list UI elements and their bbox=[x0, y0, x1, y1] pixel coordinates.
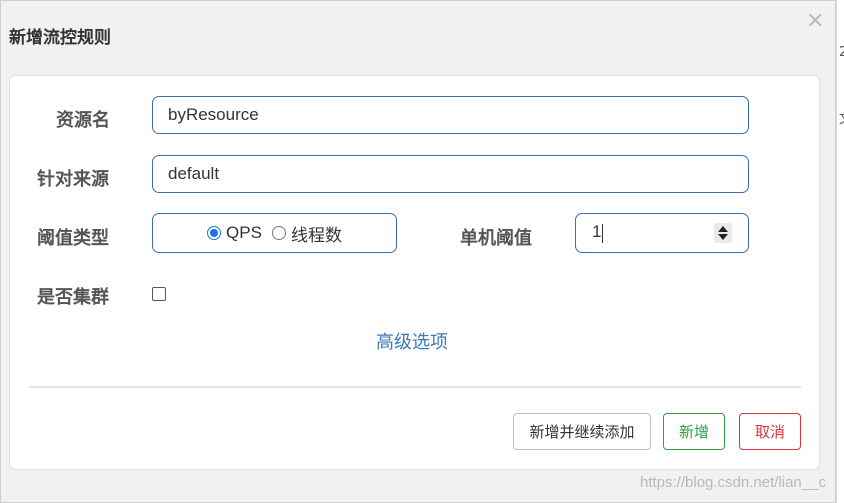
background-page-strip: 2 文 bbox=[836, 0, 844, 503]
single-threshold-label: 单机阈值 bbox=[460, 228, 532, 249]
cancel-button[interactable]: 取消 bbox=[739, 413, 801, 450]
background-fragment: 2 bbox=[839, 45, 844, 60]
threshold-type-radio-group: QPS 线程数 bbox=[152, 213, 397, 253]
resource-label: 资源名 bbox=[56, 110, 110, 131]
radio-threads-label: 线程数 bbox=[290, 225, 342, 245]
cluster-label: 是否集群 bbox=[37, 287, 109, 308]
radio-threads[interactable] bbox=[271, 226, 286, 240]
add-button[interactable]: 新增 bbox=[663, 413, 725, 450]
close-icon[interactable]: × bbox=[806, 9, 824, 33]
page: 2 文 新增流控规则 × 资源名 byResource 针对来源 default… bbox=[0, 0, 844, 503]
source-label: 针对来源 bbox=[37, 169, 109, 190]
threshold-type-label: 阈值类型 bbox=[37, 228, 109, 249]
source-input[interactable]: default bbox=[152, 155, 749, 193]
single-threshold-value: 1 bbox=[592, 222, 602, 241]
divider bbox=[29, 386, 801, 388]
dialog-title: 新增流控规则 bbox=[9, 28, 111, 48]
spin-up-icon[interactable] bbox=[718, 226, 728, 232]
cluster-checkbox[interactable] bbox=[152, 287, 166, 301]
add-and-continue-button[interactable]: 新增并继续添加 bbox=[513, 413, 651, 450]
radio-qps-label: QPS bbox=[226, 223, 262, 242]
form-panel: 资源名 byResource 针对来源 default 阈值类型 QPS 线程数… bbox=[9, 75, 820, 470]
flow-rule-dialog: 新增流控规则 × 资源名 byResource 针对来源 default 阈值类… bbox=[0, 0, 836, 503]
spin-buttons[interactable] bbox=[714, 223, 732, 243]
resource-input[interactable]: byResource bbox=[152, 96, 749, 134]
spin-down-icon[interactable] bbox=[718, 234, 728, 240]
radio-qps[interactable] bbox=[207, 226, 222, 240]
advanced-options-link[interactable]: 高级选项 bbox=[376, 328, 448, 354]
radio-option-qps[interactable]: QPS bbox=[207, 223, 262, 243]
text-caret bbox=[602, 224, 603, 243]
single-threshold-input[interactable]: 1 bbox=[575, 213, 749, 253]
background-fragment: 文 bbox=[839, 108, 844, 127]
watermark: https://blog.csdn.net/lian__c bbox=[640, 474, 826, 491]
radio-option-threads[interactable]: 线程数 bbox=[271, 221, 342, 246]
